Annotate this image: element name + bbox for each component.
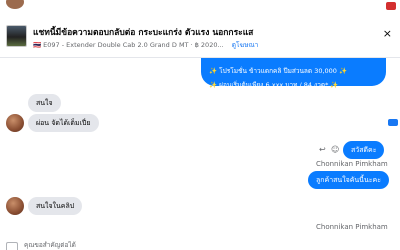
smile-icon[interactable]: ☺ <box>331 145 339 154</box>
promo-line-2: ✨ ผ่อนเริ่มต้นเพียง 6,xxx บาท / 84 งวด* … <box>209 81 339 89</box>
contact-avatar[interactable] <box>6 114 24 132</box>
sender-name: Chonnikan Pimkham <box>316 223 388 231</box>
messenger-chat: ✨ โปรโมชั่น ข้าวแดกคลิ ปีมส่วนลด 30,000 … <box>0 0 400 250</box>
ad-subtitle: 🇹🇭 E097 - Extender Double Cab 2.0 Grand … <box>33 40 363 50</box>
side-marker-icon <box>388 119 398 126</box>
top-row <box>0 0 400 14</box>
ad-subtitle-text: E097 - Extender Double Cab 2.0 Grand D M… <box>43 41 224 49</box>
outgoing-message[interactable]: สวัสดีคะ <box>343 141 385 159</box>
notification-icon[interactable] <box>386 2 396 10</box>
reply-icon[interactable]: ↩ <box>319 145 326 154</box>
close-icon[interactable]: × <box>383 28 392 39</box>
avatar[interactable] <box>6 0 24 9</box>
outgoing-message[interactable]: ลูกค้าสนใจคันนี้นะคะ <box>308 171 389 189</box>
flag-icon: 🇹🇭 <box>33 41 42 49</box>
promo-line-1: ✨ โปรโมชั่น ข้าวแดกคลิ ปีมส่วนลด 30,000 … <box>209 67 348 75</box>
contact-avatar[interactable] <box>6 197 24 215</box>
sender-name: Chonnikan Pimkham <box>316 160 388 168</box>
ad-thumbnail[interactable] <box>6 25 27 47</box>
incoming-message[interactable]: สนใจในคลิป <box>28 197 83 215</box>
incoming-message[interactable]: สนใจ <box>28 94 61 112</box>
bottom-preview-text: คุณขอสำคัญต่อได้ <box>24 241 76 249</box>
ad-title: แชทนี้มีข้อความตอบกลับต่อ กระบะแกร่ง ตัว… <box>33 28 254 38</box>
incoming-message[interactable]: ผ่อน จัดได้เต็มเปี่ย <box>28 114 99 132</box>
view-ad-link[interactable]: ดูโฆษณา <box>232 41 259 49</box>
bottom-row: คุณขอสำคัญต่อได้ <box>0 240 400 250</box>
image-icon[interactable] <box>6 242 18 250</box>
ad-context-header: แชทนี้มีข้อความตอบกลับต่อ กระบะแกร่ง ตัว… <box>0 22 400 58</box>
